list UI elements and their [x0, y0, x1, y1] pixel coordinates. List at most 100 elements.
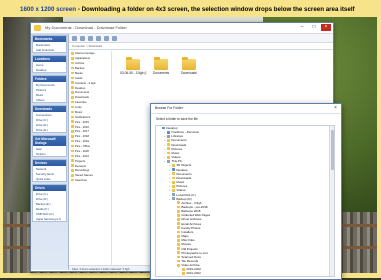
- file-item-label: 03-06-55 - 3.5gb (I: [120, 71, 147, 75]
- tree-item[interactable]: Searches: [69, 178, 111, 183]
- tree-item-label: Pics - 2015: [75, 119, 89, 124]
- forward-icon[interactable]: [80, 35, 85, 41]
- file-item[interactable]: Downloads: [176, 57, 202, 75]
- tree-item-label: Pics - 2016: [75, 124, 89, 129]
- folder-icon: [71, 164, 74, 167]
- folder-icon: [177, 243, 181, 246]
- folder-icon: [71, 178, 74, 182]
- refresh-icon[interactable]: [96, 35, 101, 41]
- folder-icon: [167, 155, 171, 159]
- tree-item-label: Downloads: [75, 95, 89, 100]
- folder-icon: [71, 86, 74, 89]
- task-pane: Bookmarks Bookmarks Add bookmark Locations H…: [31, 34, 69, 270]
- folder-icon: [71, 91, 74, 94]
- folder-icon: [71, 130, 74, 133]
- dialog-close-button[interactable]: ×: [331, 105, 340, 112]
- tree-item-label: Music: [75, 109, 83, 114]
- folder-icon: [172, 189, 176, 192]
- folder-icon: [172, 172, 176, 176]
- scrollbar-thumb[interactable]: [330, 130, 334, 170]
- task-pane-link[interactable]: Drive (E:): [33, 127, 66, 132]
- dialog-titlebar[interactable]: Browse For Folder ×: [151, 104, 341, 114]
- folder-icon: [71, 71, 74, 75]
- tree-item-label: Projects: [75, 158, 86, 163]
- back-icon[interactable]: [72, 35, 77, 41]
- folder-icon: [177, 230, 181, 234]
- folder-icon: [167, 159, 171, 163]
- task-pane-link[interactable]: Quick Links: [33, 176, 66, 181]
- minimize-button[interactable]: –: [297, 24, 307, 31]
- folder-icon: [71, 120, 74, 123]
- task-pane-section: Downloads Connections Drive (C:) Drive (D:)…: [32, 105, 67, 133]
- folder-icon: [167, 130, 171, 134]
- folder-icon: [126, 57, 140, 70]
- folder-icon: [71, 76, 74, 79]
- folder-icon: [177, 251, 181, 255]
- chevron-down-icon[interactable]: ⌄: [163, 159, 166, 163]
- file-item-label: Documents: [152, 71, 170, 75]
- folder-icon: [167, 139, 171, 142]
- folder-icon: [34, 25, 41, 31]
- folder-icon: [167, 134, 171, 138]
- dialog-tree-item[interactable]: Uncategorized: [156, 276, 334, 277]
- tree-item-label: Backup: [75, 66, 85, 71]
- up-icon[interactable]: [88, 35, 93, 41]
- task-pane-link[interactable]: Apple Samsung (H:): [33, 216, 66, 221]
- view-icon[interactable]: [104, 35, 109, 41]
- folder-icon: [71, 81, 74, 84]
- task-pane-section: Locations Home Desktop: [32, 55, 67, 73]
- folder-icon: [182, 276, 185, 277]
- tree-item-label: Applications: [75, 56, 91, 61]
- folder-icon: [71, 115, 74, 118]
- maximize-button[interactable]: □: [309, 24, 319, 31]
- folder-tree: Internet storage Applications Archive Backu…: [69, 51, 112, 265]
- tree-item-label: Receipts: [75, 163, 86, 168]
- explorer-title: My Documents - Download - Download Folde…: [45, 25, 127, 30]
- folder-icon: [71, 159, 74, 162]
- folder-icon: [177, 247, 181, 250]
- tree-item-label: Pics - 2019: [75, 139, 89, 144]
- folder-icon: [71, 154, 74, 157]
- file-item[interactable]: Documents: [148, 57, 174, 75]
- task-pane-link[interactable]: Desktop: [33, 67, 66, 72]
- address-bar[interactable]: Computer > Download: [69, 43, 333, 50]
- task-pane-section: Bookmarks Bookmarks Add bookmark: [32, 35, 67, 53]
- folder-icon: [172, 164, 176, 167]
- folder-icon: [71, 61, 74, 65]
- folder-icon: [177, 238, 181, 242]
- task-pane-link[interactable]: Videos: [33, 97, 66, 102]
- tree-item-label: Saved Games: [75, 173, 93, 178]
- file-item[interactable]: 03-06-55 - 3.5gb (I: [120, 57, 147, 75]
- task-pane-link[interactable]: Add bookmark: [33, 47, 66, 52]
- folder-icon: [177, 218, 181, 221]
- folder-icon: [177, 263, 181, 267]
- folder-icon: [172, 176, 176, 180]
- explorer-titlebar[interactable]: My Documents - Download - Download Folde…: [31, 23, 333, 34]
- tree-item-label: Documents: [75, 90, 90, 95]
- tree-item-label: Pics - 2018: [75, 134, 89, 139]
- toolbar: [69, 34, 333, 43]
- tree-item-label: Favorites: [75, 100, 87, 105]
- tree-item-label: Pics - 2017: [75, 129, 89, 134]
- folder-icon: [172, 197, 176, 201]
- folder-icon: [177, 205, 181, 209]
- chevron-down-icon[interactable]: ⌄: [168, 197, 171, 201]
- tree-item-label: Links: [75, 105, 82, 110]
- task-pane-link[interactable]: Options: [33, 151, 66, 156]
- dialog-scrollbar[interactable]: [329, 126, 334, 276]
- search-icon[interactable]: [112, 35, 117, 41]
- folder-icon: [182, 272, 186, 275]
- task-pane-header[interactable]: Get Microsoft Dialogs: [33, 136, 66, 146]
- folder-icon: [172, 180, 176, 184]
- folder-icon: [71, 52, 74, 55]
- close-button[interactable]: ×: [321, 24, 331, 31]
- tree-item-label: Pics - Office: [75, 144, 91, 149]
- folder-icon: [177, 209, 181, 213]
- tree-item-label: Pics - 2021: [75, 153, 89, 158]
- folder-icon: [182, 267, 186, 271]
- browse-folder-dialog: Browse For Folder × Select a folder to s…: [150, 103, 342, 280]
- folder-icon: [162, 126, 166, 130]
- folder-icon: [177, 234, 181, 238]
- folder-icon: [71, 149, 74, 153]
- task-pane-section: Get Microsoft Dialogs Help Options: [32, 135, 67, 157]
